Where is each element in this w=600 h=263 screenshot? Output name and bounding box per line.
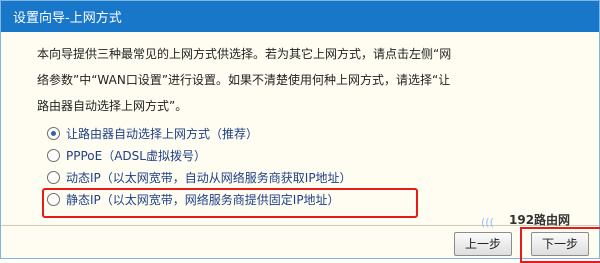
window-title: 设置向导-上网方式: [13, 11, 122, 26]
highlight-next-button: [520, 227, 600, 263]
highlight-static-ip: [42, 188, 418, 218]
description-line: 本向导提供三种最常见的上网方式供选择。若为其它上网方式，请点击左侧“网: [37, 47, 452, 61]
option-label: 让路由器自动选择上网方式（推荐）: [66, 127, 259, 141]
option-label: PPPoE（ADSL虚拟拨号）: [66, 149, 206, 163]
description-line: 络参数”中“WAN口设置”进行设置。如果不清楚使用何种上网方式，请选择“让: [37, 73, 451, 87]
prev-button[interactable]: 上一步: [454, 232, 512, 256]
description-line: 路由器自动选择上网方式”。: [37, 99, 188, 113]
option-label: 动态IP（以太网宽带，自动从网络服务商获取IP地址）: [66, 171, 352, 185]
watermark: 192路由网: [509, 213, 571, 227]
setup-wizard-window: 设置向导-上网方式 本向导提供三种最常见的上网方式供选择。若为其它上网方式，请点…: [0, 0, 600, 263]
title-bar: 设置向导-上网方式: [1, 1, 599, 32]
radio-dynamic-ip[interactable]: [47, 171, 60, 184]
description: 本向导提供三种最常见的上网方式供选择。若为其它上网方式，请点击左侧“网 络参数”…: [37, 41, 567, 119]
radio-selected-dot: [51, 131, 56, 136]
wifi-watermark-icon: (((: [481, 216, 494, 229]
radio-auto[interactable]: [47, 127, 60, 140]
radio-pppoe[interactable]: [47, 149, 60, 162]
